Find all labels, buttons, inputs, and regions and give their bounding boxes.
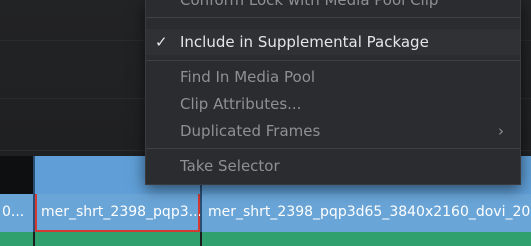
menu-item-label: Duplicated Frames (180, 122, 321, 140)
menu-separator (146, 17, 520, 18)
menu-item-label: Conform Lock with Media Pool Clip (180, 0, 439, 9)
menu-item-wrapper: Conform Lock with Media Pool Clip (146, 0, 520, 9)
menu-item-take-selector[interactable]: Take Selector (146, 153, 520, 179)
menu-item-label: Include in Supplemental Package (180, 33, 429, 51)
clip-label: 0... (2, 204, 25, 220)
menu-separator (146, 148, 520, 149)
clip-label: mer_shrt_2398_pqp3d65_3840x2160_dovi_201… (208, 204, 531, 220)
menu-item-find-in-media-pool[interactable]: Find In Media Pool (146, 64, 520, 90)
menu-separator (146, 60, 520, 61)
audio-track[interactable] (0, 232, 531, 246)
timeline-clip[interactable]: 0... (0, 156, 33, 232)
menu-item-label: Take Selector (180, 157, 280, 175)
audio-clip-gap (33, 232, 35, 246)
chevron-right-icon: › (498, 122, 504, 140)
clip-thumbnail (0, 156, 33, 194)
menu-item-conform-lock[interactable]: Conform Lock with Media Pool Clip (146, 0, 520, 9)
clip-context-menu: Conform Lock with Media Pool Clip ✓ Incl… (145, 0, 521, 185)
menu-item-label: Clip Attributes... (180, 95, 302, 113)
menu-item-label: Find In Media Pool (180, 68, 316, 86)
audio-clip-gap (200, 232, 202, 246)
checkmark-icon: ✓ (155, 33, 168, 51)
clip-label: mer_shrt_2398_pqp3... (41, 204, 200, 220)
menu-item-include-supplemental[interactable]: ✓ Include in Supplemental Package (146, 29, 520, 55)
menu-item-clip-attributes[interactable]: Clip Attributes... (146, 91, 520, 117)
menu-item-duplicated-frames[interactable]: Duplicated Frames › (146, 118, 520, 144)
